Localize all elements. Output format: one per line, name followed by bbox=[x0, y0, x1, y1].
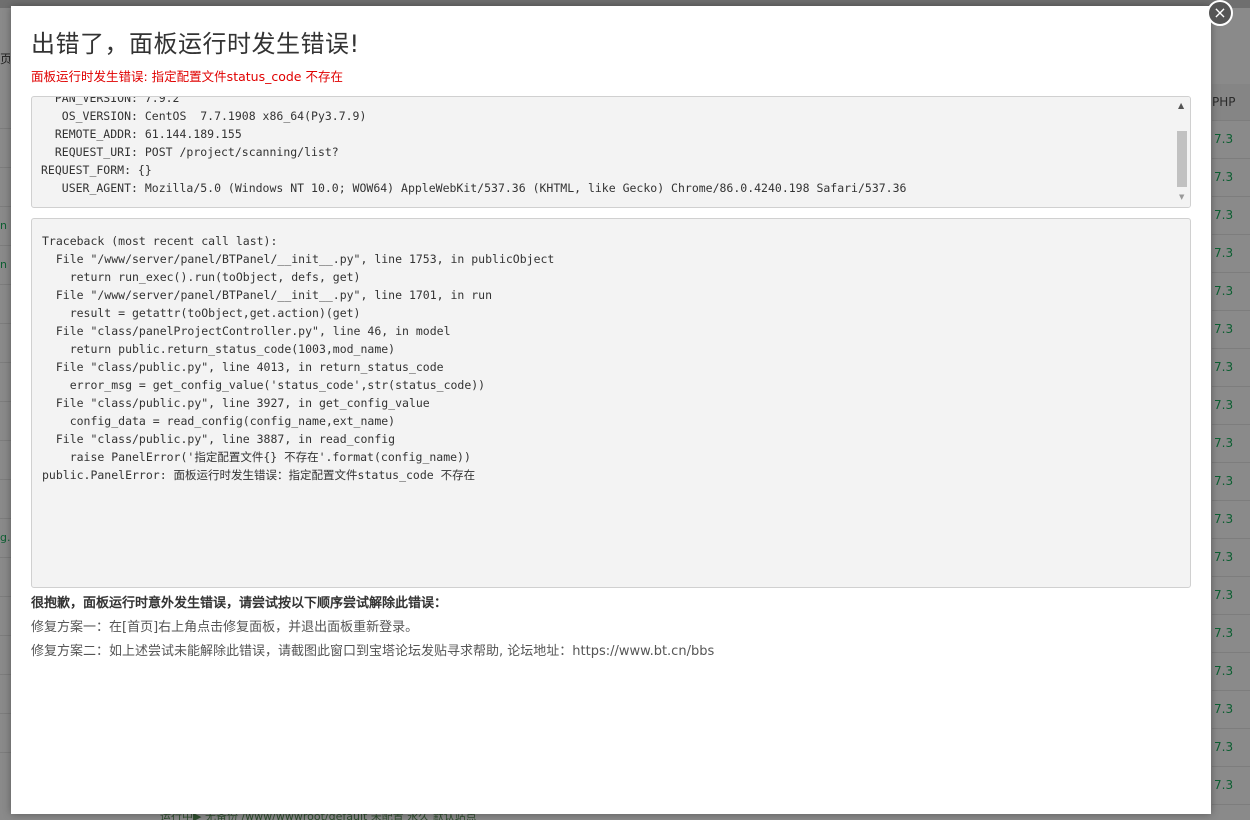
environment-info-text: PAN_VERSION: 7.9.2 OS_VERSION: CentOS 7.… bbox=[41, 96, 1171, 197]
fix-option-two: 修复方案二：如上述尝试未能解除此错误，请截图此窗口到宝塔论坛发贴寻求帮助, 论坛… bbox=[31, 644, 715, 659]
environment-info-box[interactable]: PAN_VERSION: 7.9.2 OS_VERSION: CentOS 7.… bbox=[31, 96, 1191, 208]
dialog-title: 出错了，面板运行时发生错误! bbox=[31, 30, 360, 58]
env-line: REQUEST_URI: POST /project/scanning/list… bbox=[41, 145, 339, 159]
php-version-cell: 7.3 bbox=[1212, 159, 1250, 197]
help-title: 很抱歉，面板运行时意外发生错误，请尝试按以下顺序尝试解除此错误： bbox=[31, 596, 448, 611]
error-dialog: × 出错了，面板运行时发生错误! 面板运行时发生错误: 指定配置文件status… bbox=[11, 0, 1233, 814]
traceback-line: File "class/public.py", line 3927, in ge… bbox=[42, 396, 430, 410]
php-version-cell: 7.3 bbox=[1212, 235, 1250, 273]
scroll-down-icon[interactable]: ▼ bbox=[1179, 193, 1184, 201]
env-line: REQUEST_FORM: {} bbox=[41, 163, 152, 177]
env-line: PAN_VERSION: 7.9.2 bbox=[41, 96, 180, 105]
php-version-cell: 7.3 bbox=[1212, 615, 1250, 653]
traceback-text: Traceback (most recent call last): File … bbox=[42, 232, 554, 484]
env-line: OS_VERSION: CentOS 7.7.1908 x86_64(Py3.7… bbox=[41, 109, 367, 123]
traceback-line: File "/www/server/panel/BTPanel/__init__… bbox=[42, 288, 493, 302]
traceback-line: raise PanelError('指定配置文件{} 不存在'.format(c… bbox=[42, 450, 471, 464]
error-message: 面板运行时发生错误: 指定配置文件status_code 不存在 bbox=[31, 69, 343, 84]
php-version-cell: 7.3 bbox=[1212, 387, 1250, 425]
traceback-line: File "class/public.py", line 4013, in re… bbox=[42, 360, 444, 374]
php-version-cell: 7.3 bbox=[1212, 273, 1250, 311]
php-version-cell: 7.3 bbox=[1212, 425, 1250, 463]
close-button[interactable]: × bbox=[1207, 0, 1233, 26]
php-version-cell: 7.3 bbox=[1212, 767, 1250, 805]
fix-option-one: 修复方案一：在[首页]右上角点击修复面板，并退出面板重新登录。 bbox=[31, 620, 419, 635]
traceback-line: File "class/public.py", line 3887, in re… bbox=[42, 432, 396, 446]
php-version-cell: 7.3 bbox=[1212, 577, 1250, 615]
php-version-cell: 7.3 bbox=[1212, 463, 1250, 501]
traceback-line: return run_exec().run(toObject, defs, ge… bbox=[42, 270, 361, 284]
env-scrollbar[interactable]: ▲ ▼ bbox=[1174, 97, 1190, 207]
traceback-line: return public.return_status_code(1003,mo… bbox=[42, 342, 396, 356]
traceback-line: File "/www/server/panel/BTPanel/__init__… bbox=[42, 252, 555, 266]
traceback-line: public.PanelError: 面板运行时发生错误：指定配置文件statu… bbox=[42, 468, 476, 482]
env-line: USER_AGENT: Mozilla/5.0 (Windows NT 10.0… bbox=[41, 181, 907, 195]
traceback-line: config_data = read_config(config_name,ex… bbox=[42, 414, 396, 428]
traceback-line: File "class/panelProjectController.py", … bbox=[42, 324, 451, 338]
scrollbar-thumb[interactable] bbox=[1177, 131, 1187, 187]
php-version-cell: 7.3 bbox=[1212, 349, 1250, 387]
background-breadcrumb: 页 bbox=[0, 52, 10, 66]
background-php-column: PHP 7.3 7.3 7.3 7.3 7.3 7.3 7.3 7.3 7.3 7.3 7.3 7.3… bbox=[1212, 84, 1250, 805]
php-version-cell: 7.3 bbox=[1212, 539, 1250, 577]
php-version-cell: 7.3 bbox=[1212, 121, 1250, 159]
traceback-box[interactable]: Traceback (most recent call last): File … bbox=[31, 218, 1191, 588]
php-column-header: PHP bbox=[1212, 84, 1250, 121]
php-version-cell: 7.3 bbox=[1212, 501, 1250, 539]
php-version-cell: 7.3 bbox=[1212, 197, 1250, 235]
traceback-line: Traceback (most recent call last): bbox=[42, 234, 278, 248]
php-version-cell: 7.3 bbox=[1212, 653, 1250, 691]
php-version-cell: 7.3 bbox=[1212, 729, 1250, 767]
traceback-line: result = getattr(toObject,get.action)(ge… bbox=[42, 306, 361, 320]
scroll-up-icon[interactable]: ▲ bbox=[1178, 101, 1184, 110]
php-version-cell: 7.3 bbox=[1212, 311, 1250, 349]
env-line: REMOTE_ADDR: 61.144.189.155 bbox=[41, 127, 242, 141]
php-version-cell: 7.3 bbox=[1212, 691, 1250, 729]
traceback-line: error_msg = get_config_value('status_cod… bbox=[42, 378, 486, 392]
